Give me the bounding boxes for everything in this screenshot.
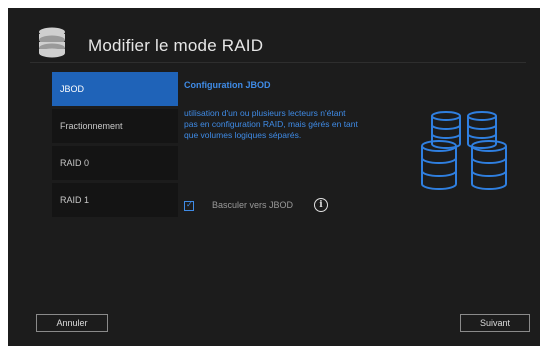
raid-mode-list: JBOD Fractionnement RAID 0 RAID 1 (52, 72, 178, 220)
raid-mode-dialog: Modifier le mode RAID JBOD Fractionnemen… (8, 8, 540, 346)
config-desc-line: pas en configuration RAID, mais gérés en… (184, 119, 358, 129)
config-desc-line: utilisation d'un ou plusieurs lecteurs n… (184, 108, 346, 118)
config-title: Configuration JBOD (184, 80, 271, 90)
next-button[interactable]: Suivant (460, 314, 530, 332)
switch-jbod-label: Basculer vers JBOD (212, 200, 294, 210)
config-description: utilisation d'un ou plusieurs lecteurs n… (184, 108, 399, 141)
header-divider (30, 62, 526, 63)
checkmark-icon: ✓ (186, 200, 193, 209)
config-desc-line: que volumes logiques séparés. (184, 130, 302, 140)
info-icon[interactable]: i (314, 198, 328, 212)
disk-cylinders-icon (416, 104, 512, 209)
mode-item-raid0[interactable]: RAID 0 (52, 146, 178, 180)
mode-item-jbod[interactable]: JBOD (52, 72, 178, 106)
dialog-title: Modifier le mode RAID (88, 36, 264, 55)
switch-jbod-checkbox[interactable]: ✓ (184, 200, 194, 211)
database-icon (36, 26, 68, 63)
mode-item-raid1[interactable]: RAID 1 (52, 183, 178, 217)
mode-item-fractionnement[interactable]: Fractionnement (52, 109, 178, 143)
cancel-button[interactable]: Annuler (36, 314, 108, 332)
